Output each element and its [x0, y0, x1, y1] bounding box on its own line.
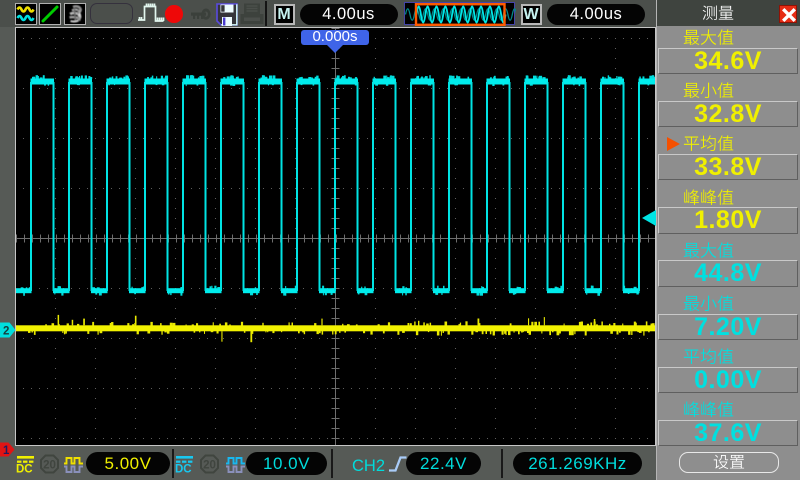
svg-text:1: 1	[3, 445, 10, 457]
svg-text:20: 20	[43, 459, 56, 471]
svg-text:DC: DC	[16, 464, 33, 475]
svg-text:2: 2	[3, 326, 9, 338]
svg-text:20: 20	[203, 459, 216, 471]
svg-text:DC: DC	[175, 464, 192, 475]
